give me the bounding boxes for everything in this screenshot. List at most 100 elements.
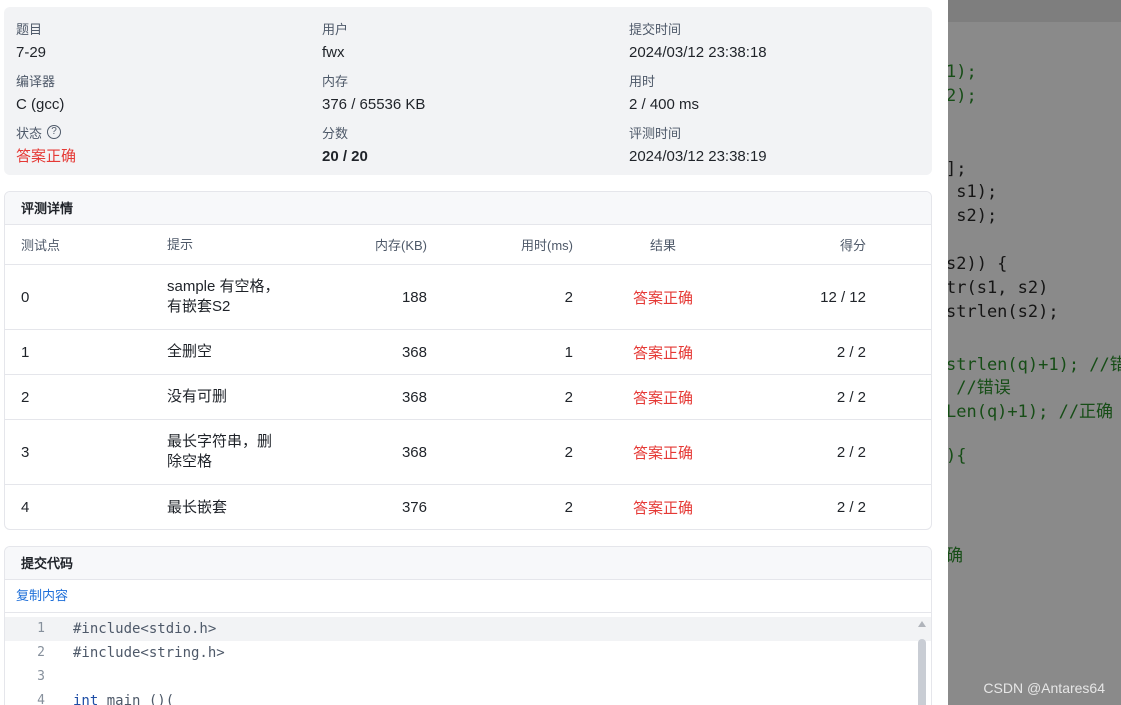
problem-value[interactable]: 7-29 (16, 43, 46, 63)
bg-code-line: 1); (948, 62, 977, 82)
code-line: 2 #include<string.h> (5, 641, 931, 665)
score-value: 20 / 20 (322, 148, 368, 165)
bg-code-line: 确 (948, 546, 963, 566)
case-score: 2 / 2 (836, 388, 866, 406)
bg-code-line: s2)) { (948, 254, 1008, 274)
column-result: 结果 (649, 238, 676, 253)
case-time: 1 (564, 343, 573, 361)
score-field: 分数 20 / 20 (322, 123, 368, 167)
bg-code-line: s1); (948, 182, 998, 202)
line-text: int main ()( (73, 689, 174, 705)
case-hint-line: 有嵌套S2 (167, 298, 231, 315)
case-hint-line: 除空格 (167, 453, 213, 470)
case-memory: 368 (401, 388, 427, 406)
submit-time-label: 提交时间 (629, 21, 682, 37)
line-rest: main ()( (98, 693, 175, 705)
case-result: 答案正确 (632, 289, 693, 307)
judge-time-value: 2024/03/12 23:38:19 (629, 148, 767, 165)
table-row: 1 全删空 368 1 答案正确 2 / 2 (5, 330, 931, 375)
case-time: 2 (564, 288, 573, 306)
case-result: 答案正确 (632, 344, 693, 362)
bg-code-line: ]; (948, 159, 967, 179)
judge-details-card: 评测详情 测试点 提示 内存(KB) 用时(ms) 结果 得分 0 sample… (4, 191, 932, 530)
line-number: 3 (37, 669, 45, 684)
code-scrollbar[interactable] (915, 613, 929, 705)
case-memory: 188 (401, 288, 427, 306)
code-line: 1 #include<stdio.h> (5, 617, 931, 641)
time-field: 用时 2 / 400 ms (629, 71, 699, 115)
background-window-titlebar (948, 0, 1121, 22)
user-label: 用户 (322, 21, 349, 37)
keyword: int (73, 693, 99, 705)
watermark: CSDN @Antares64 (983, 680, 1105, 696)
submission-info-card: 题目 7-29 用户 fwx 提交时间 2024/03/12 23:38:18 … (4, 7, 932, 175)
line-number: 2 (37, 645, 45, 660)
compiler-label: 编译器 (16, 73, 56, 89)
copy-content-button[interactable]: 复制内容 (5, 580, 931, 613)
case-hint: 全删空 (167, 343, 213, 360)
scrollbar-thumb[interactable] (918, 639, 926, 705)
status-value: 答案正确 (16, 148, 77, 165)
case-time: 2 (564, 443, 573, 461)
case-hint: 最长嵌套 (167, 498, 228, 516)
case-hint: 最长字符串，删 除空格 (167, 420, 297, 484)
scroll-up-arrow-icon[interactable] (918, 621, 926, 627)
case-id: 4 (21, 499, 30, 516)
table-header: 测试点 提示 内存(KB) 用时(ms) 结果 得分 (5, 225, 931, 265)
code-line: 3 (5, 665, 931, 689)
problem-field: 题目 7-29 (16, 19, 46, 63)
score-label: 分数 (322, 125, 349, 141)
help-icon[interactable]: ? (47, 125, 62, 139)
case-result: 答案正确 (632, 500, 693, 517)
submitted-code-card: 提交代码 复制内容 1 #include<stdio.h> 2 #include… (4, 546, 932, 705)
bg-code-line: tr(s1, s2) (948, 278, 1049, 298)
case-id: 0 (21, 288, 30, 306)
column-time: 用时(ms) (521, 238, 573, 253)
judge-time-field: 评测时间 2024/03/12 23:38:19 (629, 123, 767, 167)
case-result: 答案正确 (632, 444, 693, 462)
status-label: 状态 (16, 125, 43, 141)
line-number: 1 (37, 621, 45, 636)
table-row: 0 sample 有空格， 有嵌套S2 188 2 答案正确 12 / 12 (5, 265, 931, 330)
case-score: 12 / 12 (820, 288, 866, 306)
memory-label: 内存 (322, 73, 349, 89)
column-hint: 提示 (167, 236, 194, 252)
case-memory: 368 (401, 343, 427, 361)
case-id: 3 (21, 443, 30, 461)
judge-time-label: 评测时间 (629, 125, 682, 141)
submission-panel: 题目 7-29 用户 fwx 提交时间 2024/03/12 23:38:18 … (0, 0, 948, 705)
table-row: 4 最长嵌套 376 2 答案正确 2 / 2 (5, 485, 931, 529)
case-id: 2 (21, 388, 30, 406)
case-hint: 没有可删 (167, 388, 228, 405)
case-score: 2 / 2 (836, 443, 866, 461)
bg-code-line: //错误 (948, 378, 1011, 398)
submit-time-field: 提交时间 2024/03/12 23:38:18 (629, 19, 767, 63)
bg-code-line: ){ (948, 446, 967, 466)
code-editor[interactable]: 1 #include<stdio.h> 2 #include<string.h>… (5, 613, 931, 705)
submit-time-value: 2024/03/12 23:38:18 (629, 44, 767, 61)
user-value[interactable]: fwx (322, 43, 348, 63)
line-text: #include<string.h> (73, 645, 225, 661)
case-memory: 368 (401, 443, 427, 461)
memory-value: 376 / 65536 KB (322, 96, 426, 113)
bg-code-line: s2); (948, 206, 998, 226)
case-id: 1 (21, 343, 30, 361)
compiler-field: 编译器 C (gcc) (16, 71, 64, 115)
case-score: 2 / 2 (836, 499, 866, 516)
table-row: 2 没有可删 368 2 答案正确 2 / 2 (5, 375, 931, 420)
case-result: 答案正确 (632, 389, 693, 407)
judge-details-title: 评测详情 (5, 192, 931, 225)
code-line: 4 int main ()( (5, 689, 931, 705)
problem-label: 题目 (16, 21, 43, 37)
case-memory: 376 (401, 499, 427, 516)
status-label-row: 状态 ? (16, 123, 76, 141)
case-hint-line: 最长字符串，删 (167, 433, 273, 450)
bg-code-line: Len(q)+1); //正确 (948, 402, 1114, 422)
line-number: 4 (37, 693, 45, 705)
compiler-value: C (gcc) (16, 96, 65, 113)
case-time: 2 (564, 499, 573, 516)
background-code-window: 1); 2); ]; s1); s2); s2)) { tr(s1, s2) s… (948, 0, 1121, 705)
submitted-code-title: 提交代码 (5, 547, 931, 580)
case-score: 2 / 2 (836, 343, 866, 361)
case-hint-line: sample 有空格， (167, 278, 280, 295)
